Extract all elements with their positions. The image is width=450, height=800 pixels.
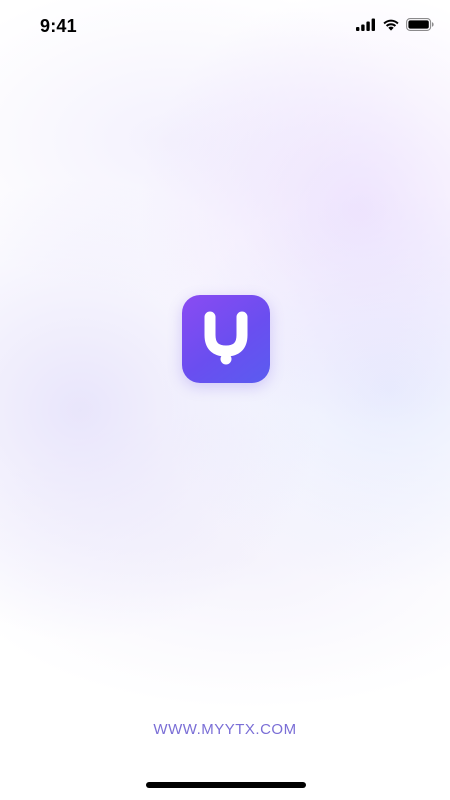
status-icons: [356, 18, 434, 31]
home-indicator[interactable]: [146, 782, 306, 788]
footer-url: WWW.MYYTX.COM: [153, 721, 297, 738]
status-bar: 9:41: [0, 0, 450, 52]
app-logo-icon: [182, 295, 270, 383]
battery-icon: [406, 18, 434, 31]
cellular-signal-icon: [356, 18, 375, 31]
logo-glyph: [204, 311, 248, 365]
wifi-icon: [383, 19, 399, 31]
status-time: 9:41: [40, 16, 77, 36]
